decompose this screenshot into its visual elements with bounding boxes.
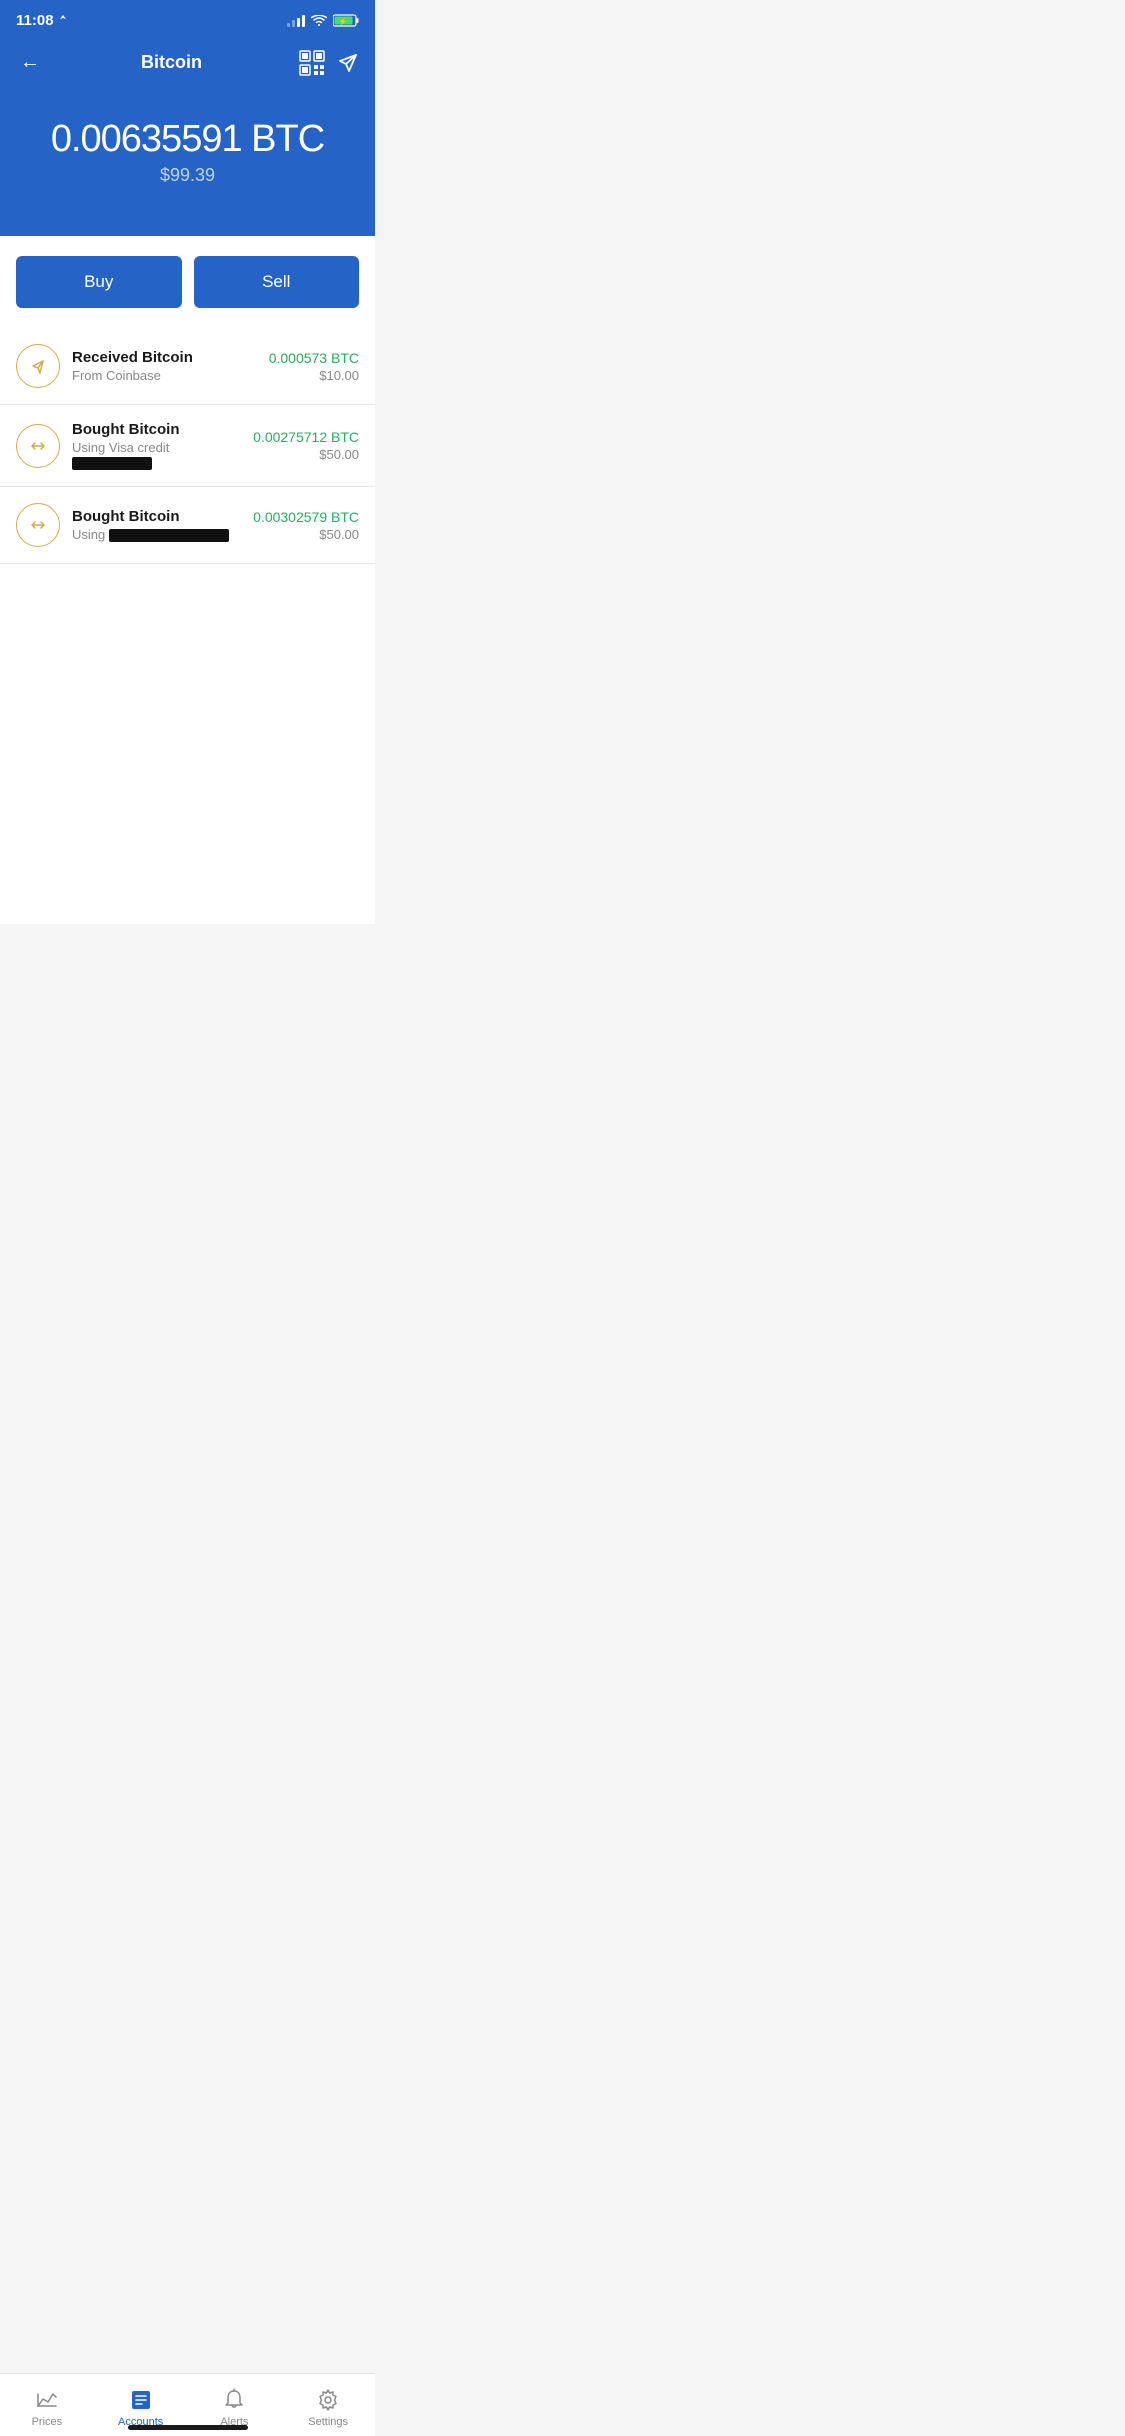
transaction-btc: 0.00275712 BTC xyxy=(253,429,359,445)
transaction-amounts: 0.00302579 BTC $50.00 xyxy=(253,509,359,542)
btc-balance: 0.00635591 BTC xyxy=(16,118,359,161)
send-icon xyxy=(337,52,359,74)
back-button[interactable]: ← xyxy=(16,47,44,78)
wifi-icon xyxy=(311,15,327,27)
buy-button[interactable]: Buy xyxy=(16,256,182,308)
transaction-item[interactable]: Bought Bitcoin Using 0.00302579 BTC $50.… xyxy=(0,487,375,564)
header: ← Bitcoin xyxy=(0,37,375,108)
svg-text:⚡: ⚡ xyxy=(339,17,348,26)
prices-icon xyxy=(35,2388,59,2412)
transaction-item[interactable]: Received Bitcoin From Coinbase 0.000573 … xyxy=(0,328,375,405)
transaction-title: Received Bitcoin xyxy=(72,349,257,366)
transaction-subtitle: Using xyxy=(72,527,241,542)
accounts-icon xyxy=(129,2388,153,2412)
transaction-amounts: 0.000573 BTC $10.00 xyxy=(269,350,359,383)
empty-content xyxy=(0,564,375,844)
transaction-amounts: 0.00275712 BTC $50.00 xyxy=(253,429,359,462)
redacted-text xyxy=(109,529,229,542)
balance-section: 0.00635591 BTC $99.39 xyxy=(0,108,375,236)
redacted-text xyxy=(72,457,152,470)
transaction-item[interactable]: Bought Bitcoin Using Visa credit 0.00275… xyxy=(0,405,375,487)
transaction-subtitle: Using Visa credit xyxy=(72,440,241,470)
buy-icon xyxy=(28,515,48,535)
settings-icon xyxy=(316,2388,340,2412)
sell-button[interactable]: Sell xyxy=(194,256,360,308)
transaction-subtitle: From Coinbase xyxy=(72,368,257,383)
receive-icon xyxy=(28,356,48,376)
transaction-list: Received Bitcoin From Coinbase 0.000573 … xyxy=(0,328,375,564)
transaction-info: Bought Bitcoin Using Visa credit xyxy=(72,421,241,470)
status-bar: 11:08 ⚡ xyxy=(0,0,375,37)
home-indicator-area xyxy=(0,2425,375,2430)
send-button[interactable] xyxy=(337,52,359,74)
transaction-btc: 0.000573 BTC xyxy=(269,350,359,366)
transaction-icon xyxy=(16,344,60,388)
transaction-info: Received Bitcoin From Coinbase xyxy=(72,349,257,383)
alerts-icon xyxy=(222,2388,246,2412)
location-icon xyxy=(58,15,68,27)
transaction-title: Bought Bitcoin xyxy=(72,508,241,525)
transaction-btc: 0.00302579 BTC xyxy=(253,509,359,525)
transaction-info: Bought Bitcoin Using xyxy=(72,508,241,542)
home-indicator xyxy=(128,2425,248,2430)
transaction-icon xyxy=(16,503,60,547)
header-actions xyxy=(299,50,359,76)
transaction-icon xyxy=(16,424,60,468)
transaction-title: Bought Bitcoin xyxy=(72,421,241,438)
status-time: 11:08 xyxy=(16,12,68,29)
buy-icon xyxy=(28,436,48,456)
qr-icon xyxy=(299,50,325,76)
battery-icon: ⚡ xyxy=(333,14,359,27)
transaction-usd: $10.00 xyxy=(269,368,359,383)
transaction-usd: $50.00 xyxy=(253,447,359,462)
status-icons: ⚡ xyxy=(287,14,359,27)
page-title: Bitcoin xyxy=(44,52,299,73)
qr-button[interactable] xyxy=(299,50,325,76)
signal-icon xyxy=(287,15,305,27)
actions-section: Buy Sell xyxy=(0,236,375,328)
time-label: 11:08 xyxy=(16,12,54,29)
transaction-usd: $50.00 xyxy=(253,527,359,542)
usd-balance: $99.39 xyxy=(16,165,359,186)
